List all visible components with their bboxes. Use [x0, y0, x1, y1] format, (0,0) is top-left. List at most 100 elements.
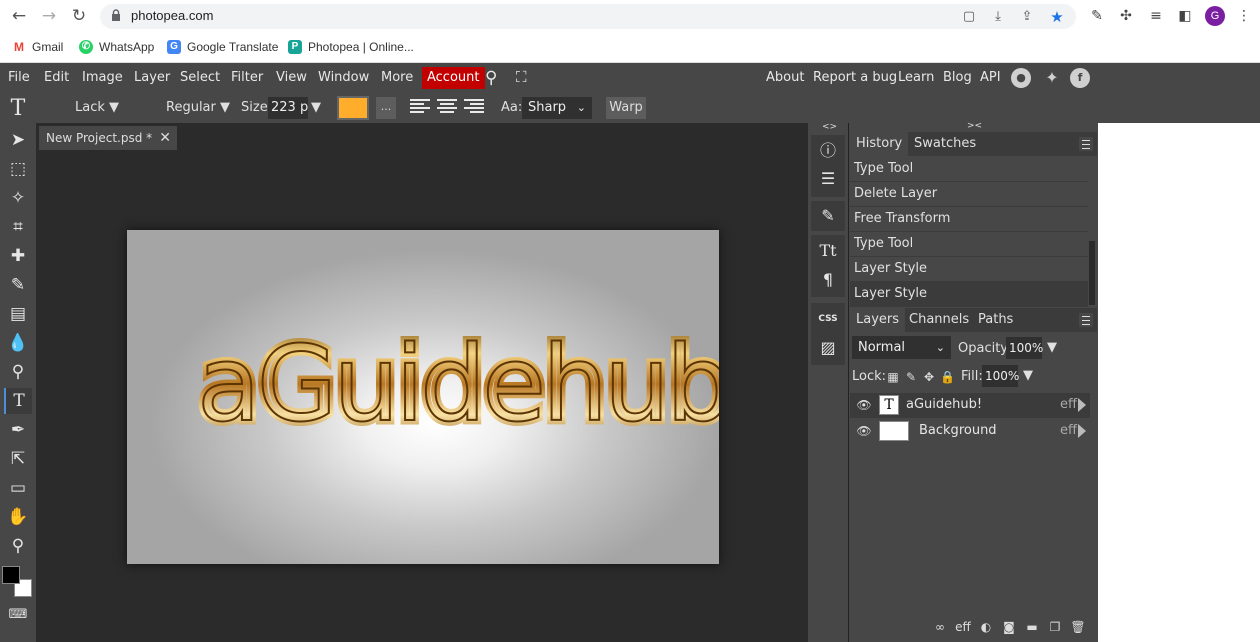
blend-mode-select[interactable]: Normal ⌄ [852, 336, 951, 359]
expand-effects-icon[interactable] [1078, 398, 1086, 412]
fill-dropdown-arrow[interactable]: ▼ [1023, 368, 1033, 383]
tab-channels[interactable]: Channels [903, 308, 975, 332]
marquee-tool-icon[interactable]: ⬚ [4, 156, 32, 182]
side-panel-icon[interactable]: ◧ [1175, 6, 1195, 26]
path-select-tool-icon[interactable]: ⇱ [4, 446, 32, 472]
fill-input[interactable]: 100% [982, 365, 1019, 387]
bookmark-gmail[interactable]: M Gmail [12, 39, 63, 55]
history-item[interactable]: Free Transform [850, 207, 1088, 232]
history-item[interactable]: Type Tool [850, 232, 1088, 257]
size-dropdown-arrow[interactable]: ▼ [311, 100, 321, 115]
adjustments-icon[interactable]: ☰ [817, 168, 839, 190]
healing-brush-tool-icon[interactable]: ✚ [4, 243, 32, 269]
layer-row[interactable]: 👁 T aGuidehub! eff [850, 393, 1090, 418]
visibility-eye-icon[interactable]: 👁 [856, 424, 872, 438]
more-options-button[interactable]: ... [376, 97, 396, 119]
character-icon[interactable]: Tt [817, 240, 839, 262]
account-button[interactable]: Account [422, 67, 485, 89]
link-learn[interactable]: Learn [898, 70, 934, 85]
address-bar[interactable]: photopea.com ▢ ⤓ ⇪ ★ [100, 4, 1076, 29]
font-style-select[interactable]: Regular ▼ [166, 100, 230, 115]
magic-wand-tool-icon[interactable]: ✧ [4, 185, 32, 211]
type-tool-icon[interactable]: T [4, 388, 32, 414]
history-item[interactable]: Layer Style [850, 257, 1088, 282]
menu-file[interactable]: File [8, 70, 30, 85]
menu-more[interactable]: More [381, 70, 413, 85]
link-report-bug[interactable]: Report a bug [813, 70, 897, 85]
info-icon[interactable]: ⓘ [817, 140, 839, 162]
align-center-icon[interactable] [437, 99, 457, 117]
warp-button[interactable]: Warp [606, 97, 646, 119]
search-icon[interactable]: ⚲ [485, 68, 497, 88]
lock-position-icon[interactable]: ✥ [922, 370, 936, 384]
move-tool-icon[interactable]: ➤ [4, 127, 32, 153]
history-item[interactable]: Delete Layer [850, 182, 1088, 207]
tab-paths[interactable]: Paths [972, 308, 1019, 332]
opacity-input[interactable]: 100% [1006, 337, 1043, 359]
font-family-select[interactable]: Lack ▼ [75, 100, 119, 115]
align-left-icon[interactable] [410, 99, 430, 117]
brush-settings-icon[interactable]: ✎ [817, 205, 839, 227]
history-scrollbar[interactable] [1089, 241, 1095, 305]
collapse-icon[interactable]: <> [822, 122, 837, 132]
crop-tool-icon[interactable]: ⌗ [4, 214, 32, 240]
tab-swatches[interactable]: Swatches [908, 132, 982, 156]
fullscreen-icon[interactable]: ⛶ [516, 68, 527, 86]
forward-icon[interactable]: → [39, 6, 59, 26]
history-item[interactable]: Type Tool [850, 157, 1088, 182]
menu-window[interactable]: Window [318, 70, 369, 85]
menu-image[interactable]: Image [82, 70, 123, 85]
page-icon[interactable]: ▢ [960, 8, 978, 26]
delete-layer-icon[interactable]: 🗑 [1069, 618, 1087, 636]
reading-list-icon[interactable]: ≡ [1146, 6, 1166, 26]
chrome-menu-icon[interactable]: ⋮ [1234, 6, 1254, 26]
dodge-tool-icon[interactable]: ⚲ [4, 359, 32, 385]
css-icon[interactable]: CSS [817, 308, 839, 330]
font-size-input[interactable]: 223 p [268, 97, 308, 119]
text-color-swatch[interactable] [337, 96, 369, 120]
eyedropper-ext-icon[interactable]: ✎ [1087, 6, 1107, 26]
bookmark-star-icon[interactable]: ★ [1048, 8, 1066, 26]
adjustment-layer-icon[interactable]: ◐ [977, 618, 995, 636]
panel-menu-icon[interactable] [1079, 137, 1093, 151]
gradient-tool-icon[interactable]: ▤ [4, 301, 32, 327]
reload-icon[interactable]: ↻ [69, 6, 89, 26]
new-group-icon[interactable]: ▬ [1023, 618, 1041, 636]
keyboard-icon[interactable]: ⌨ [4, 602, 32, 628]
layer-row[interactable]: 👁 Background eff [850, 419, 1090, 444]
menu-select[interactable]: Select [180, 70, 220, 85]
facebook-icon[interactable]: f [1070, 68, 1090, 88]
rectangle-tool-icon[interactable]: ▭ [4, 475, 32, 501]
paragraph-icon[interactable]: ¶ [817, 269, 839, 291]
foreground-color-swatch[interactable] [2, 566, 20, 584]
history-item[interactable]: Layer Style [850, 282, 1088, 307]
layer-effects-label[interactable]: eff [1060, 423, 1077, 438]
close-icon[interactable]: ✕ [159, 126, 171, 150]
layer-effects-button[interactable]: eff [954, 618, 972, 636]
canvas[interactable]: aGuidehub! aGuidehub! [127, 230, 719, 564]
expand-effects-icon[interactable] [1078, 424, 1086, 438]
panel-menu-icon[interactable] [1079, 313, 1093, 327]
blur-tool-icon[interactable]: 💧 [4, 330, 32, 356]
bookmark-google-translate[interactable]: G Google Translate [167, 39, 278, 55]
image-icon[interactable]: ▨ [817, 337, 839, 359]
back-icon[interactable]: ← [9, 6, 29, 26]
reddit-icon[interactable]: ● [1011, 68, 1031, 88]
brush-tool-icon[interactable]: ✎ [4, 272, 32, 298]
link-api[interactable]: API [980, 70, 1001, 85]
bookmark-photopea[interactable]: P Photopea | Online... [288, 39, 414, 55]
new-layer-icon[interactable]: ❐ [1046, 618, 1064, 636]
document-tab[interactable]: New Project.psd * ✕ [39, 126, 177, 150]
zoom-tool-icon[interactable]: ⚲ [4, 533, 32, 559]
hand-tool-icon[interactable]: ✋ [4, 504, 32, 530]
pen-tool-icon[interactable]: ✒ [4, 417, 32, 443]
menu-filter[interactable]: Filter [231, 70, 263, 85]
menu-edit[interactable]: Edit [44, 70, 69, 85]
profile-avatar[interactable]: G [1205, 6, 1225, 26]
lock-pixels-icon[interactable]: ✎ [904, 370, 918, 384]
tab-layers[interactable]: Layers [850, 308, 906, 332]
opacity-dropdown-arrow[interactable]: ▼ [1047, 340, 1057, 355]
menu-view[interactable]: View [276, 70, 307, 85]
link-blog[interactable]: Blog [943, 70, 972, 85]
layer-effects-label[interactable]: eff [1060, 397, 1077, 412]
